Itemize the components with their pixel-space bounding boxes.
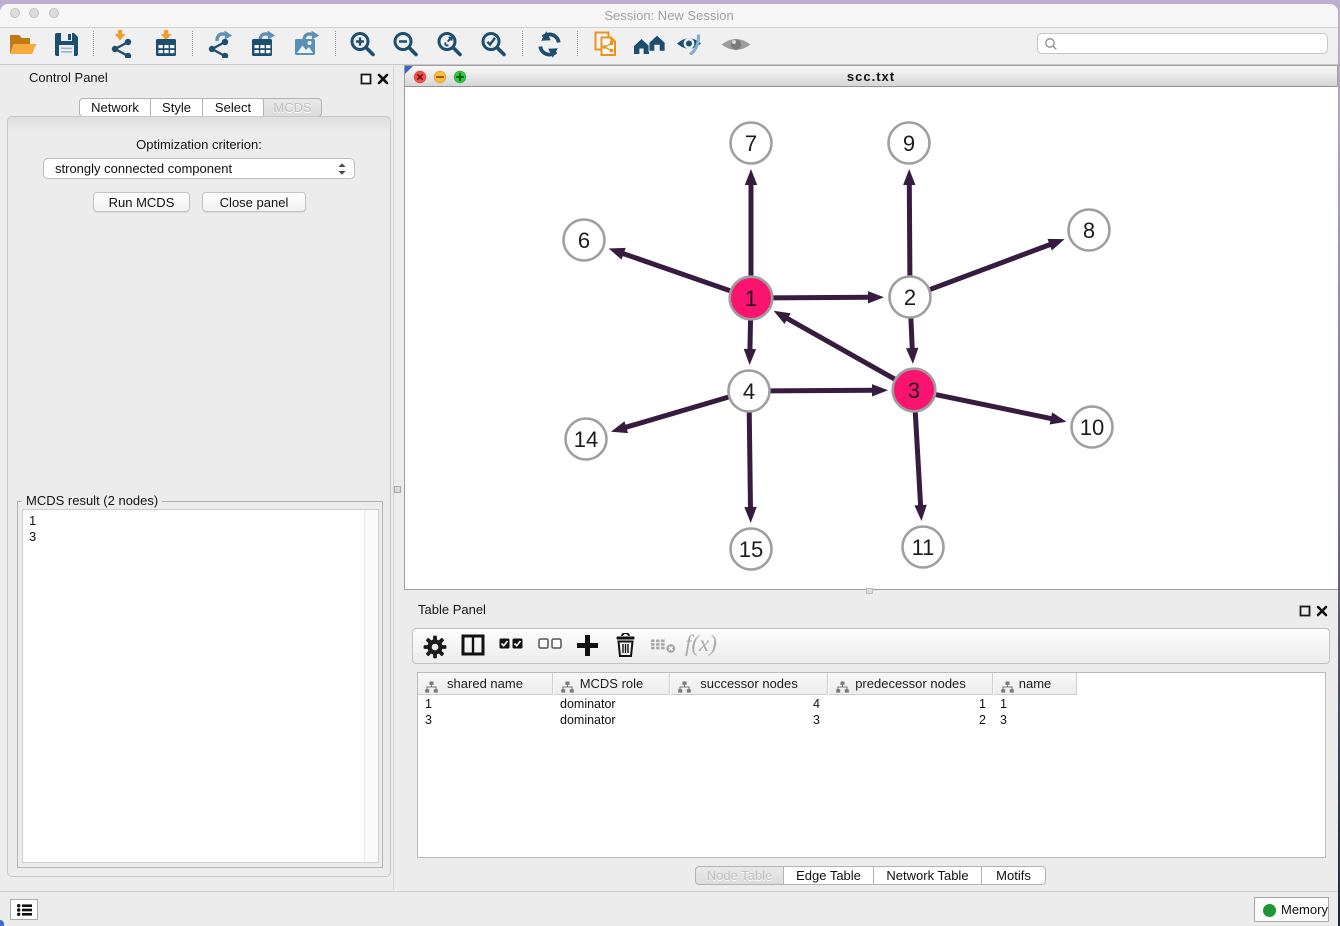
svg-text:6: 6 <box>578 228 590 253</box>
svg-text:15: 15 <box>739 537 763 562</box>
svg-text:9: 9 <box>903 131 915 156</box>
svg-text:4: 4 <box>743 379 755 404</box>
svg-text:10: 10 <box>1080 415 1104 440</box>
svg-text:7: 7 <box>745 131 757 156</box>
svg-text:3: 3 <box>908 378 920 403</box>
svg-text:1: 1 <box>745 286 757 311</box>
svg-text:8: 8 <box>1083 218 1095 243</box>
svg-text:11: 11 <box>912 535 935 560</box>
svg-text:2: 2 <box>904 285 916 310</box>
svg-text:14: 14 <box>574 427 598 452</box>
